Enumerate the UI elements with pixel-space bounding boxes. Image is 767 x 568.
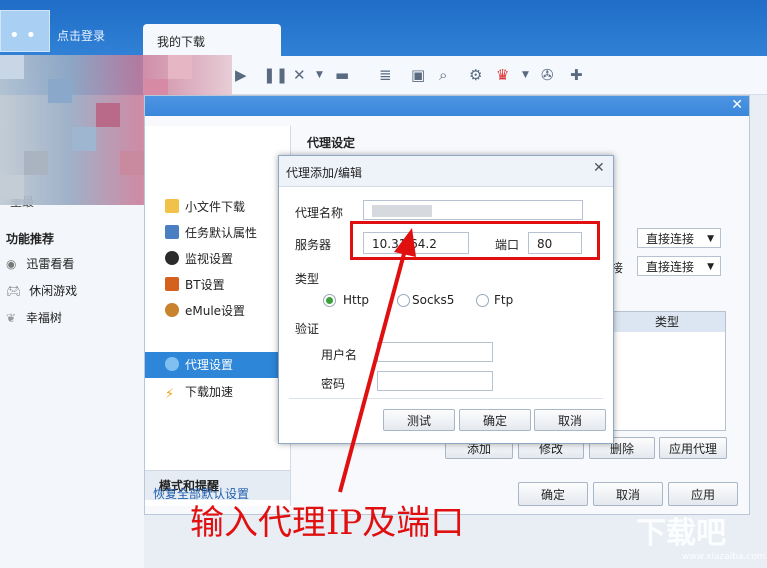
watermark-url: www.xiazaiba.com — [682, 552, 766, 562]
watermark: 下载吧 — [636, 516, 726, 551]
annotation-caption: 输入代理IP及端口 — [190, 503, 465, 543]
annotation-arrow — [338, 228, 416, 493]
